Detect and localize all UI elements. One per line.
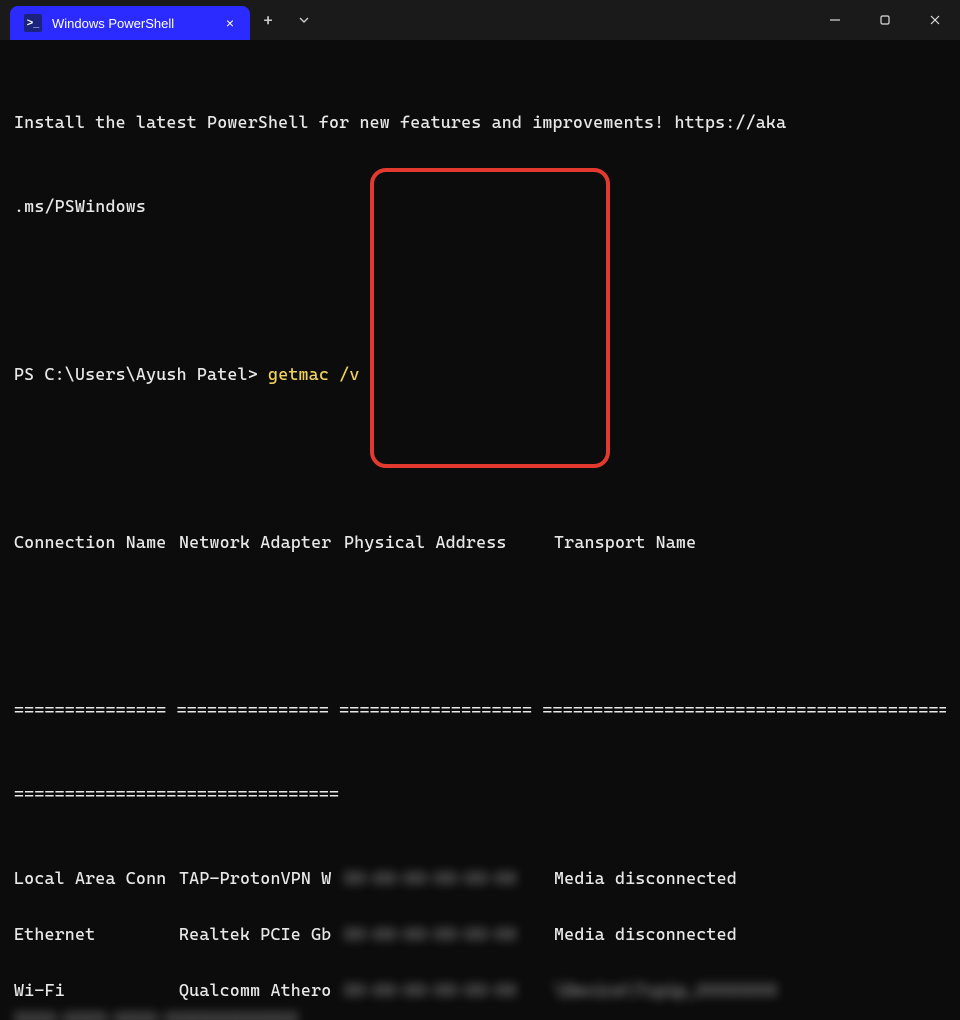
table-cell: \Device\Tcpip_XXXXXXXX [554, 976, 778, 1004]
table-cell: Wi-Fi [14, 976, 179, 1004]
table-cell: Media disconnected [554, 864, 737, 892]
blank-line [14, 948, 946, 976]
command-text: getmac /v [268, 364, 359, 384]
table-row: Wi-FiQualcomm AtheroXX-XX-XX-XX-XX-XX\De… [14, 976, 946, 1004]
table-cell: XX-XX-XX-XX-XX-XX [344, 864, 554, 892]
table-cell: TAP-ProtonVPN W [179, 864, 344, 892]
new-tab-button[interactable]: + [250, 2, 286, 38]
table-cell: Qualcomm Athero [179, 976, 344, 1004]
tab-dropdown-button[interactable] [286, 2, 322, 38]
separator-line: =============== =============== ========… [14, 696, 946, 724]
table-row: Local Area ConnTAP-ProtonVPN WXX-XX-XX-X… [14, 864, 946, 892]
maximize-button[interactable] [860, 0, 910, 40]
chevron-down-icon [297, 13, 311, 27]
table-cell: Ethernet [14, 920, 179, 948]
table-cell: XX-XX-XX-XX-XX-XX [344, 920, 554, 948]
blank-line [14, 444, 946, 472]
blank-line [14, 612, 946, 640]
window-controls [810, 0, 960, 40]
close-icon [929, 14, 941, 26]
prompt-prefix: PS C:\Users\Ayush Patel> [14, 364, 268, 384]
table-row: EthernetRealtek PCIe GbXX-XX-XX-XX-XX-XX… [14, 920, 946, 948]
table-cell-wrap: XXXX-XXXX-XXXX-XXXXXXXXXXXXX [14, 1004, 299, 1020]
table-cell: Realtek PCIe Gb [179, 920, 344, 948]
blank-line [14, 276, 946, 304]
blank-line [14, 892, 946, 920]
col-header-transport: Transport Name [554, 528, 696, 556]
maximize-icon [879, 14, 891, 26]
prompt-line: PS C:\Users\Ayush Patel> getmac /v [14, 360, 946, 388]
powershell-icon: >_ [24, 14, 42, 32]
banner-line: Install the latest PowerShell for new fe… [14, 108, 946, 136]
minimize-icon [829, 14, 841, 26]
titlebar-left: >_ Windows PowerShell × + [0, 0, 322, 40]
tab-label: Windows PowerShell [52, 16, 210, 31]
table-row: XXXX-XXXX-XXXX-XXXXXXXXXXXXX [14, 1004, 946, 1020]
close-button[interactable] [910, 0, 960, 40]
table-cell: XX-XX-XX-XX-XX-XX [344, 976, 554, 1004]
banner-line: .ms/PSWindows [14, 192, 946, 220]
table-cell: Local Area Conn [14, 864, 179, 892]
minimize-button[interactable] [810, 0, 860, 40]
titlebar: >_ Windows PowerShell × + [0, 0, 960, 40]
col-header-physical: Physical Address [344, 528, 554, 556]
col-header-adapter: Network Adapter [179, 528, 344, 556]
table-header-row: Connection Name Network Adapter Physical… [14, 528, 946, 556]
active-tab[interactable]: >_ Windows PowerShell × [10, 6, 250, 40]
table-body: Local Area ConnTAP-ProtonVPN WXX-XX-XX-X… [14, 864, 946, 1020]
separator-line: ================================ [14, 780, 946, 808]
terminal-output[interactable]: Install the latest PowerShell for new fe… [0, 40, 960, 1020]
col-header-connection: Connection Name [14, 528, 179, 556]
close-tab-button[interactable]: × [220, 13, 240, 33]
table-cell: Media disconnected [554, 920, 737, 948]
